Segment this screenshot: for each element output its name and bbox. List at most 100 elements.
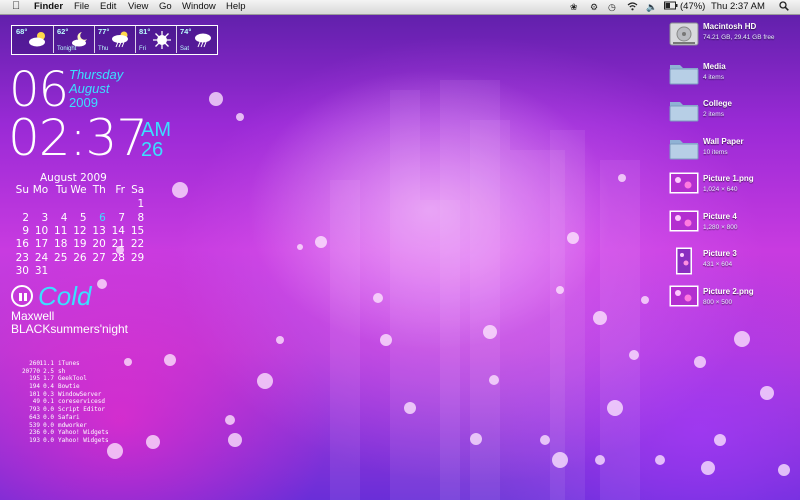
weather-tonight: 62° Tonight xyxy=(53,26,95,53)
volume-icon[interactable]: 🔈 xyxy=(646,1,657,13)
thunderstorm-icon xyxy=(193,30,213,55)
desktop-icon-info: 431 × 604 xyxy=(703,261,733,268)
folder-icon xyxy=(669,135,699,166)
sunny-icon xyxy=(152,30,172,55)
menu-file[interactable]: File xyxy=(74,1,89,13)
track-album: BLACKsummers'night xyxy=(11,322,128,336)
bokeh-dot xyxy=(470,433,482,445)
process-name: Safari xyxy=(58,413,80,421)
calendar-day: 9 xyxy=(22,224,29,237)
pause-button[interactable] xyxy=(11,285,33,307)
desktop-icon[interactable]: Media 4 items xyxy=(669,60,799,94)
image-file-icon xyxy=(669,285,699,312)
weather-label: Sat xyxy=(180,46,190,52)
bokeh-dot xyxy=(734,331,750,347)
weather-temp: 68° xyxy=(16,27,28,36)
process-name: Yahoo! Widgets xyxy=(58,429,109,437)
gear-icon[interactable]: ⚙ xyxy=(590,1,598,13)
bokeh-dot xyxy=(552,452,568,468)
date-day: 06 xyxy=(9,62,69,118)
bokeh-dot xyxy=(629,350,639,360)
desktop-icon-name: Media xyxy=(703,62,726,71)
desktop-icon[interactable]: Macintosh HD 74.21 GB, 29.41 GB free xyxy=(669,20,799,54)
menu-app-finder[interactable]: Finder xyxy=(34,1,63,13)
hard-drive-icon xyxy=(669,20,699,53)
desktop-icon-info: 74.21 GB, 29.41 GB free xyxy=(703,34,775,41)
light-streak xyxy=(330,180,360,500)
bokeh-dot xyxy=(236,113,244,121)
light-streak xyxy=(550,130,585,500)
weather-now: 68° xyxy=(12,26,54,53)
calendar-day: 10 xyxy=(34,224,49,237)
weather-temp: 62° xyxy=(57,27,69,36)
desktop-icon-info: 1,280 × 800 xyxy=(703,224,738,231)
partly-cloudy-night-icon xyxy=(70,30,90,53)
pause-icon xyxy=(24,293,27,301)
menu-window[interactable]: Window xyxy=(182,1,216,13)
calendar-day: 8 xyxy=(137,211,145,224)
bokeh-dot xyxy=(483,325,497,339)
bokeh-dot xyxy=(694,356,706,368)
spotlight-icon[interactable] xyxy=(779,1,789,14)
process-name: coreservicesd xyxy=(58,398,105,406)
time-machine-icon[interactable]: ◷ xyxy=(608,1,616,13)
process-name: GeekTool xyxy=(58,375,87,383)
bokeh-dot xyxy=(297,244,303,250)
date-year: 2009 xyxy=(69,95,98,110)
desktop-icon[interactable]: Picture 2.png 800 × 500 xyxy=(669,285,799,319)
calendar-day: 3 xyxy=(41,211,49,224)
bokeh-dot xyxy=(655,455,665,465)
desktop-icon[interactable]: College 2 items xyxy=(669,97,799,131)
desktop-icon[interactable]: Picture 4 1,280 × 800 xyxy=(669,210,799,244)
process-cpu: 0.0 xyxy=(43,429,54,437)
calendar-day: 15 xyxy=(130,224,145,237)
menubar-clock[interactable]: Thu 2:37 AM xyxy=(711,1,765,13)
bokeh-dot xyxy=(276,336,284,344)
bokeh-dot xyxy=(107,443,123,459)
weather-thu: 77° Thu xyxy=(94,26,136,53)
menu-bar:  Finder File Edit View Go Window Help ❀… xyxy=(0,0,800,15)
track-title: Cold xyxy=(38,281,92,311)
weather-widget[interactable]: 68° 62° Tonight 77° Thu 81° Fri 74° Sat xyxy=(11,25,218,55)
pause-icon xyxy=(19,293,22,301)
apple-menu-icon[interactable]:  xyxy=(12,0,20,12)
menu-view[interactable]: View xyxy=(128,1,148,13)
process-cpu: 0.0 xyxy=(43,406,54,414)
bokeh-dot xyxy=(607,400,623,416)
bokeh-dot xyxy=(257,373,273,389)
calendar-day: 25 xyxy=(54,251,68,264)
desktop-icon[interactable]: Picture 3 431 × 604 xyxy=(669,247,799,281)
weather-temp: 77° xyxy=(98,27,110,36)
weather-label: Fri xyxy=(139,46,146,52)
paw-icon[interactable]: ❀ xyxy=(570,1,578,13)
process-name: mdworker xyxy=(58,421,87,429)
bokeh-dot xyxy=(593,311,607,325)
bokeh-dot xyxy=(315,236,327,248)
bokeh-dot xyxy=(489,375,499,385)
desktop-icon-info: 4 items xyxy=(703,74,724,81)
wifi-icon[interactable] xyxy=(627,1,638,14)
desktop-icon[interactable]: Picture 1.png 1,024 × 640 xyxy=(669,172,799,206)
menu-edit[interactable]: Edit xyxy=(100,1,116,13)
bokeh-dot xyxy=(641,296,649,304)
calendar-day: 22 xyxy=(130,238,145,251)
bokeh-dot xyxy=(540,435,550,445)
calendar-day: 31 xyxy=(34,264,49,277)
calendar-title: August 2009 xyxy=(40,172,107,184)
menu-go[interactable]: Go xyxy=(159,1,172,13)
process-name: Script Editor xyxy=(58,406,105,414)
menu-help[interactable]: Help xyxy=(226,1,246,13)
calendar-day: 28 xyxy=(111,251,125,264)
desktop-icon[interactable]: Wall Paper 10 items xyxy=(669,135,799,169)
calendar-weekday: Fr xyxy=(115,184,125,196)
bokeh-dot xyxy=(373,293,383,303)
process-cpu: 0.0 xyxy=(43,421,54,429)
bokeh-dot xyxy=(228,433,242,447)
bokeh-dot xyxy=(778,464,790,476)
process-cpu: 0.4 xyxy=(43,383,54,391)
clock-ampm: AM xyxy=(141,119,171,141)
desktop-icon-name: Macintosh HD xyxy=(703,22,757,31)
calendar-day: 14 xyxy=(111,224,125,237)
clock-time: 02:37 xyxy=(8,109,148,167)
battery-icon[interactable] xyxy=(664,1,678,13)
